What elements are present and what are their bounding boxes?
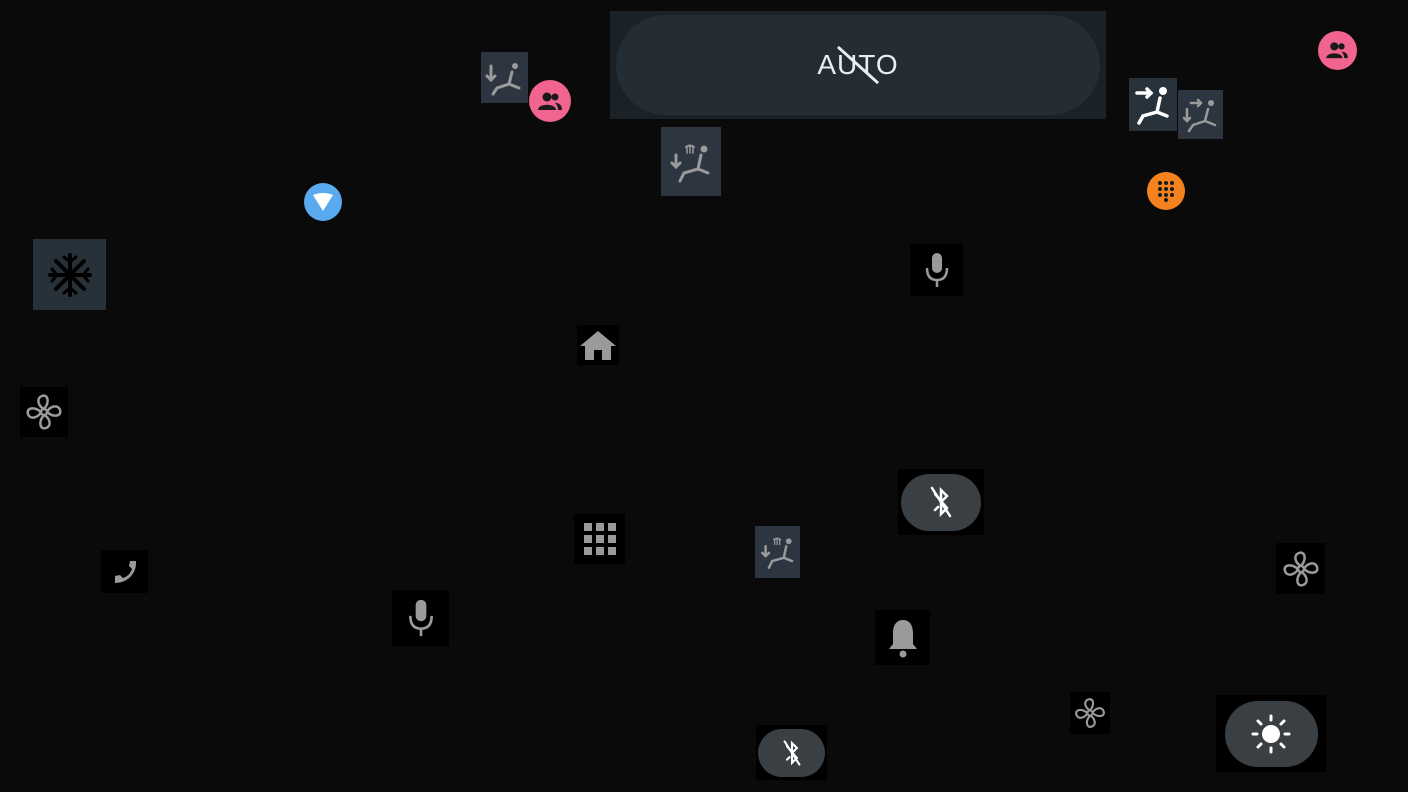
app-grid-icon	[583, 523, 616, 555]
seat-airflow-down-icon	[485, 62, 520, 95]
fan-icon	[26, 394, 62, 430]
seat-airflow-down-button[interactable]	[481, 52, 528, 103]
microphone-icon	[408, 599, 433, 637]
profile-button[interactable]	[1316, 29, 1358, 71]
bluetooth-off-icon	[783, 739, 800, 766]
seat-airflow-face-down-icon	[1182, 98, 1216, 132]
bluetooth-off-icon	[930, 486, 952, 518]
seat-defrost-airflow-button[interactable]	[755, 526, 800, 578]
microphone-button[interactable]	[910, 244, 963, 296]
auto-climate-panel: AUTO	[610, 11, 1106, 119]
app-grid-button[interactable]	[574, 514, 625, 564]
phone-button[interactable]	[101, 550, 148, 593]
home-icon	[580, 331, 616, 360]
seat-defrost-airflow-button[interactable]	[661, 127, 721, 196]
assistant-button[interactable]	[302, 182, 344, 222]
profile-icon	[1317, 30, 1357, 70]
brightness-button[interactable]	[1216, 695, 1326, 772]
dialpad-icon	[1147, 172, 1185, 210]
bluetooth-button[interactable]	[756, 725, 827, 780]
bluetooth-button[interactable]	[898, 469, 984, 535]
seat-airflow-face-down-button[interactable]	[1178, 90, 1223, 139]
fan-icon	[1075, 698, 1105, 728]
microphone-button[interactable]	[392, 590, 449, 646]
fan-button[interactable]	[20, 387, 68, 437]
fan-icon	[1282, 550, 1319, 587]
seat-defrost-airflow-icon	[670, 144, 710, 182]
assistant-icon	[304, 183, 342, 221]
notification-bell-icon	[888, 619, 917, 657]
profile-button[interactable]	[528, 79, 572, 123]
ac-button[interactable]	[33, 239, 106, 310]
microphone-icon	[925, 253, 948, 287]
brightness-icon	[1251, 714, 1291, 753]
notifications-button[interactable]	[875, 610, 930, 665]
seat-airflow-face-icon	[1135, 86, 1169, 125]
auto-climate-button[interactable]: AUTO	[616, 15, 1100, 115]
seat-defrost-airflow-icon	[760, 537, 793, 569]
fan-button[interactable]	[1070, 692, 1110, 734]
dialpad-button[interactable]	[1145, 170, 1187, 212]
ac-snowflake-icon	[47, 252, 92, 297]
fan-button[interactable]	[1276, 543, 1325, 594]
home-button[interactable]	[577, 325, 619, 365]
phone-icon	[114, 560, 136, 583]
seat-airflow-face-button[interactable]	[1129, 78, 1177, 131]
profile-icon	[529, 80, 571, 122]
